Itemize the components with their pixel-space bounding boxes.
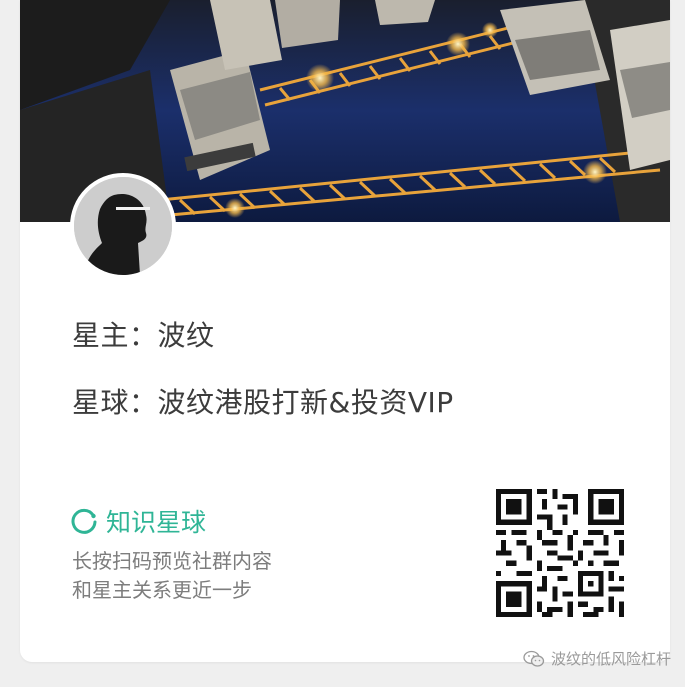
account-watermark: 波纹的低风险杠杆 — [523, 648, 671, 669]
qr-code[interactable] — [496, 489, 624, 617]
planet-label: 星球： — [72, 386, 158, 419]
wechat-icon — [523, 650, 545, 667]
owner-name: 波纹 — [157, 319, 215, 352]
hint-line-1: 长按扫码预览社群内容 — [72, 549, 272, 573]
owner-avatar — [70, 173, 176, 279]
watermark-text: 波纹的低风险杠杆 — [550, 650, 671, 668]
zsxq-brand: 知识星球 — [70, 503, 206, 539]
owner-line: 星主：波纹 — [72, 314, 215, 354]
planet-invite-card: 星主：波纹 星球：波纹港股打新&投资VIP 知识星球 长按扫码预览社群内容 和星… — [20, 0, 670, 662]
zsxq-logo-icon — [71, 508, 97, 534]
hint-line-2: 和星主关系更近一步 — [72, 578, 252, 602]
planet-name: 波纹港股打新&投资VIP — [157, 386, 454, 419]
owner-label: 星主： — [72, 319, 158, 352]
planet-line: 星球：波纹港股打新&投资VIP — [72, 381, 454, 421]
brand-name: 知识星球 — [106, 508, 207, 537]
